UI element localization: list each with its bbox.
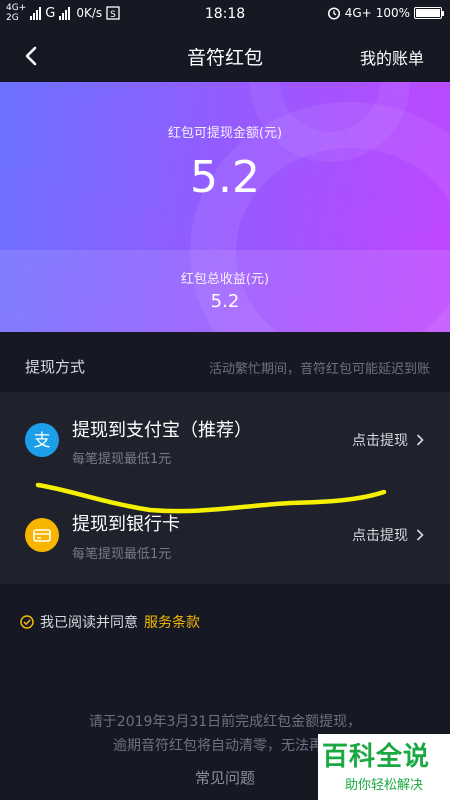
total-earnings-label: 红包总收益(元) bbox=[180, 272, 270, 287]
watermark-sub: 助你轻松解决 bbox=[344, 778, 423, 793]
bank-card-icon bbox=[25, 518, 59, 552]
watermark-logo: 百科全说 助你轻松解决 bbox=[318, 734, 450, 800]
svg-text:支: 支 bbox=[34, 431, 51, 451]
agreement-text: 我已阅读并同意 bbox=[40, 615, 138, 631]
option-subtitle: 每笔提现最低1元 bbox=[72, 547, 172, 562]
battery-percent: 100% bbox=[375, 6, 410, 20]
alipay-icon: 支 bbox=[25, 423, 59, 457]
balance-card: 红包可提现金额(元) 5.2 红包总收益(元) 5.2 bbox=[0, 82, 450, 332]
option-title: 提现到支付宝（推荐） bbox=[72, 420, 252, 441]
terms-link[interactable]: 服务条款 bbox=[144, 612, 200, 632]
nav-bar: 音符红包 我的账单 bbox=[0, 30, 450, 82]
delay-notice: 活动繁忙期间，音符红包可能延迟到账 bbox=[208, 362, 430, 377]
my-bill-link[interactable]: 我的账单 bbox=[360, 45, 424, 69]
battery-icon bbox=[414, 7, 444, 19]
withdraw-method-header: 提现方式 活动繁忙期间，音符红包可能延迟到账 bbox=[0, 340, 450, 390]
watermark-main: 百科全说 bbox=[322, 742, 431, 772]
option-subtitle: 每笔提现最低1元 bbox=[72, 452, 172, 467]
option-title: 提现到银行卡 bbox=[72, 514, 180, 535]
status-bar: 4G+ 2G G 0K/s S 18:18 4G+ 100% bbox=[0, 0, 450, 30]
expiry-line-1: 请于2019年3月31日前完成红包金额提现， bbox=[88, 714, 362, 730]
checked-icon[interactable] bbox=[20, 615, 34, 629]
total-earnings-amount: 5.2 bbox=[210, 291, 240, 312]
withdraw-options: 支 提现到支付宝（推荐） 每笔提现最低1元 点击提现 提现到银行卡 每笔提现最低… bbox=[0, 392, 450, 584]
withdrawable-amount: 5.2 bbox=[190, 152, 260, 203]
withdrawable-label: 红包可提现金额(元) bbox=[167, 126, 283, 141]
network-right-label: 4G+ bbox=[344, 6, 372, 20]
withdraw-action-label: 点击提现 bbox=[352, 433, 408, 449]
terms-agreement[interactable]: 我已阅读并同意 服务条款 bbox=[20, 612, 200, 632]
total-earnings-section: 红包总收益(元) 5.2 bbox=[0, 250, 450, 332]
withdraw-action-label: 点击提现 bbox=[352, 528, 408, 544]
withdraw-button[interactable]: 点击提现 bbox=[352, 430, 424, 450]
withdrawable-section: 红包可提现金额(元) 5.2 bbox=[0, 82, 450, 250]
withdraw-button[interactable]: 点击提现 bbox=[352, 525, 424, 545]
option-alipay[interactable]: 支 提现到支付宝（推荐） 每笔提现最低1元 点击提现 bbox=[0, 392, 450, 488]
section-title: 提现方式 bbox=[25, 358, 86, 376]
alarm-icon bbox=[327, 7, 340, 20]
status-right: 4G+ 100% bbox=[327, 6, 444, 20]
chevron-right-icon bbox=[416, 529, 424, 541]
chevron-right-icon bbox=[416, 434, 424, 446]
option-bank-card[interactable]: 提现到银行卡 每笔提现最低1元 点击提现 bbox=[0, 488, 450, 584]
